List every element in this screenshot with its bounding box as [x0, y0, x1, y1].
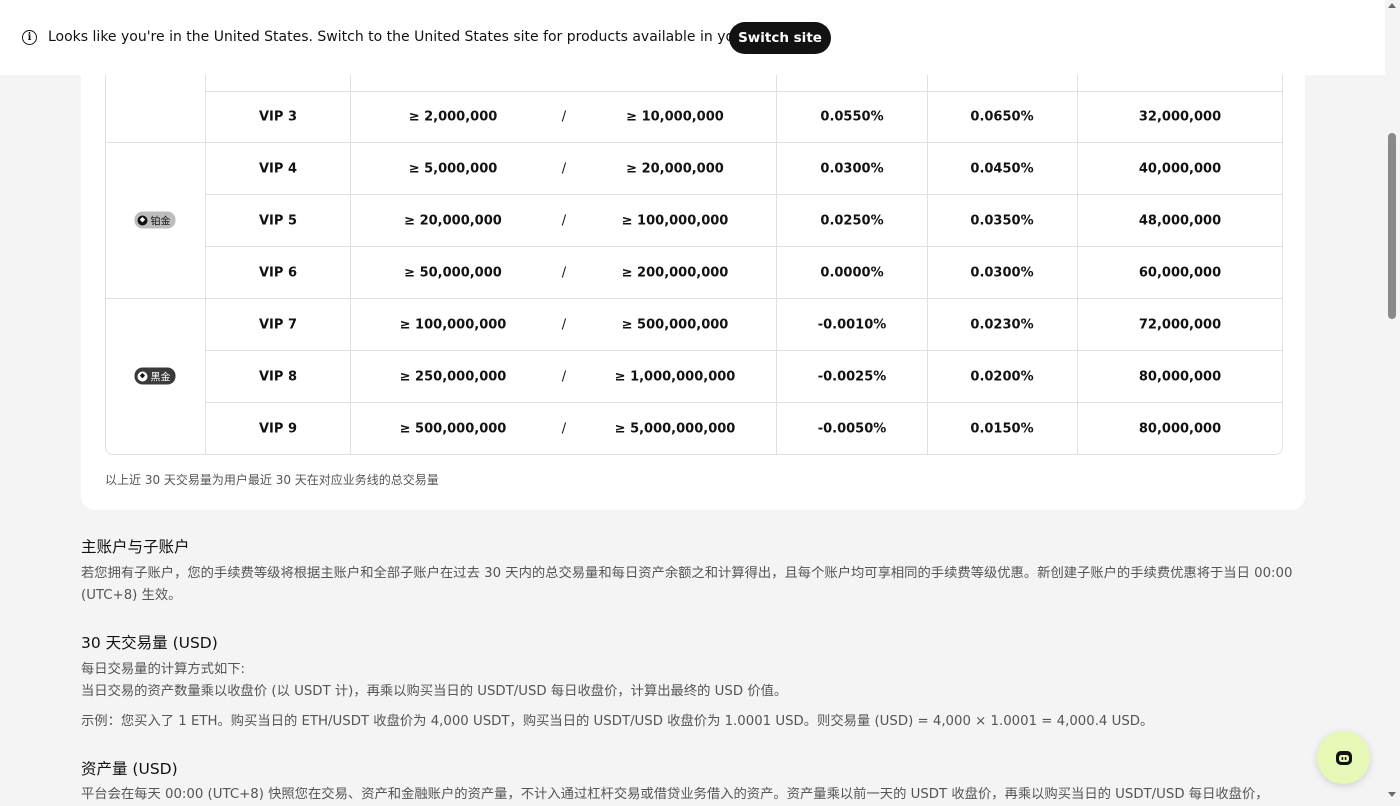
threshold-separator: / — [561, 161, 567, 177]
table-row-divider — [105, 298, 1283, 299]
threshold-separator: / — [561, 317, 567, 333]
maker-fee-cell: 0.0250% — [820, 213, 884, 229]
table-row-divider — [205, 194, 1283, 195]
withdrawal-limit-cell: 40,000,000 — [1138, 161, 1222, 177]
volume-line-2: 当日交易的资产数量乘以收盘价 (以 USDT 计)，再乘以购买当日的 USDT/… — [81, 684, 788, 699]
taker-fee-cell: 0.0350% — [970, 213, 1034, 229]
vip-level-cell: VIP 8 — [259, 369, 297, 385]
volume-threshold-cell: ≥ 500,000,000 — [399, 421, 507, 437]
asset-threshold-cell: ≥ 200,000,000 — [621, 265, 729, 281]
volume-example: 示例：您买入了 1 ETH。购买当日的 ETH/USDT 收盘价为 4,000 … — [81, 714, 1154, 729]
headset-icon — [1335, 750, 1352, 765]
asset-threshold-cell: ≥ 100,000,000 — [621, 213, 729, 229]
table-column-divider — [205, 40, 206, 454]
taker-fee-cell: 0.0650% — [970, 109, 1034, 124]
table-row-divider — [205, 402, 1283, 403]
table-row-divider — [205, 350, 1283, 351]
withdrawal-limit-cell: 72,000,000 — [1138, 317, 1222, 333]
threshold-separator: / — [561, 213, 567, 229]
asset-threshold-cell: ≥ 10,000,000 — [626, 109, 724, 124]
vip-level-cell: VIP 6 — [259, 265, 297, 281]
volume-heading: 30 天交易量 (USD) — [81, 634, 218, 652]
switch-site-button[interactable]: Switch site — [729, 22, 831, 54]
volume-line-1: 每日交易量的计算方式如下: — [81, 662, 246, 677]
vip-level-cell: VIP 4 — [259, 161, 297, 177]
scroll-up-arrow-icon[interactable] — [1388, 3, 1396, 8]
tier-badge-label: 黑金 — [150, 372, 171, 384]
threshold-separator: / — [561, 109, 567, 124]
volume-threshold-cell: ≥ 5,000,000 — [408, 161, 498, 177]
asset-threshold-cell: ≥ 1,000,000,000 — [614, 369, 736, 385]
fee-table-footnote: 以上近 30 天交易量为用户最近 30 天在对应业务线的总交易量 — [105, 473, 439, 487]
taker-fee-cell: 0.0200% — [970, 369, 1034, 385]
table-column-divider — [350, 40, 351, 454]
asset-threshold-cell: ≥ 5,000,000,000 — [614, 421, 736, 437]
maker-fee-cell: -0.0025% — [817, 369, 887, 385]
maker-fee-cell: -0.0010% — [817, 317, 887, 333]
volume-threshold-cell: ≥ 50,000,000 — [404, 265, 502, 281]
taker-fee-cell: 0.0450% — [970, 161, 1034, 177]
volume-threshold-cell: ≥ 250,000,000 — [399, 369, 507, 385]
assets-heading: 资产量 (USD) — [81, 760, 178, 778]
table-row-divider — [205, 246, 1283, 247]
withdrawal-limit-cell: 48,000,000 — [1138, 213, 1222, 229]
asset-threshold-cell: ≥ 20,000,000 — [626, 161, 724, 177]
withdrawal-limit-cell: 60,000,000 — [1138, 265, 1222, 281]
table-row-divider — [105, 142, 1283, 143]
taker-fee-cell: 0.0230% — [970, 317, 1034, 333]
table-column-divider — [1077, 40, 1078, 454]
table-row-divider — [205, 91, 1283, 92]
diamond-icon: ◆ — [137, 215, 148, 225]
vip-level-cell: VIP 9 — [259, 421, 297, 437]
threshold-separator: / — [561, 421, 567, 437]
maker-fee-cell: -0.0050% — [817, 421, 887, 437]
volume-threshold-cell: ≥ 2,000,000 — [408, 109, 498, 124]
page-scrollbar[interactable] — [1385, 0, 1400, 800]
tier-badge-label: 铂金 — [150, 216, 171, 228]
sub-accounts-body: 若您拥有子账户，您的手续费等级将根据主账户和全部子账户在过去 30 天内的总交易… — [81, 566, 1293, 603]
asset-threshold-cell: ≥ 500,000,000 — [621, 317, 729, 333]
region-banner-message: Looks like you're in the United States. … — [48, 29, 802, 45]
scrollbar-thumb[interactable] — [1388, 133, 1396, 319]
tier-badge-black: ◆ 黑金 — [134, 367, 176, 385]
region-banner: i Looks like you're in the United States… — [0, 0, 1385, 75]
assets-body: 平台会在每天 00:00 (UTC+8) 快照您在交易、资产和金融账户的资产量，… — [81, 787, 1269, 802]
vip-level-cell: VIP 3 — [259, 109, 297, 124]
table-column-divider — [776, 40, 777, 454]
info-icon: i — [22, 30, 37, 45]
scroll-down-arrow-icon[interactable] — [1388, 792, 1396, 797]
withdrawal-limit-cell: 80,000,000 — [1138, 421, 1222, 437]
sub-accounts-heading: 主账户与子账户 — [81, 538, 190, 556]
withdrawal-limit-cell: 80,000,000 — [1138, 369, 1222, 385]
taker-fee-cell: 0.0300% — [970, 265, 1034, 281]
taker-fee-cell: 0.0150% — [970, 421, 1034, 437]
maker-fee-cell: 0.0300% — [820, 161, 884, 177]
table-column-divider — [927, 40, 928, 454]
volume-threshold-cell: ≥ 20,000,000 — [404, 213, 502, 229]
volume-threshold-cell: ≥ 100,000,000 — [399, 317, 507, 333]
threshold-separator: / — [561, 369, 567, 385]
tier-badge-platinum: ◆ 铂金 — [134, 211, 176, 229]
maker-fee-cell: 0.0000% — [820, 265, 884, 281]
threshold-separator: / — [561, 265, 567, 281]
customer-support-button[interactable] — [1317, 731, 1370, 784]
vip-level-cell: VIP 5 — [259, 213, 297, 229]
maker-fee-cell: 0.0550% — [820, 109, 884, 124]
diamond-icon: ◆ — [137, 371, 148, 381]
vip-level-cell: VIP 7 — [259, 317, 297, 333]
withdrawal-limit-cell: 32,000,000 — [1138, 109, 1222, 124]
fee-table — [105, 40, 1283, 455]
